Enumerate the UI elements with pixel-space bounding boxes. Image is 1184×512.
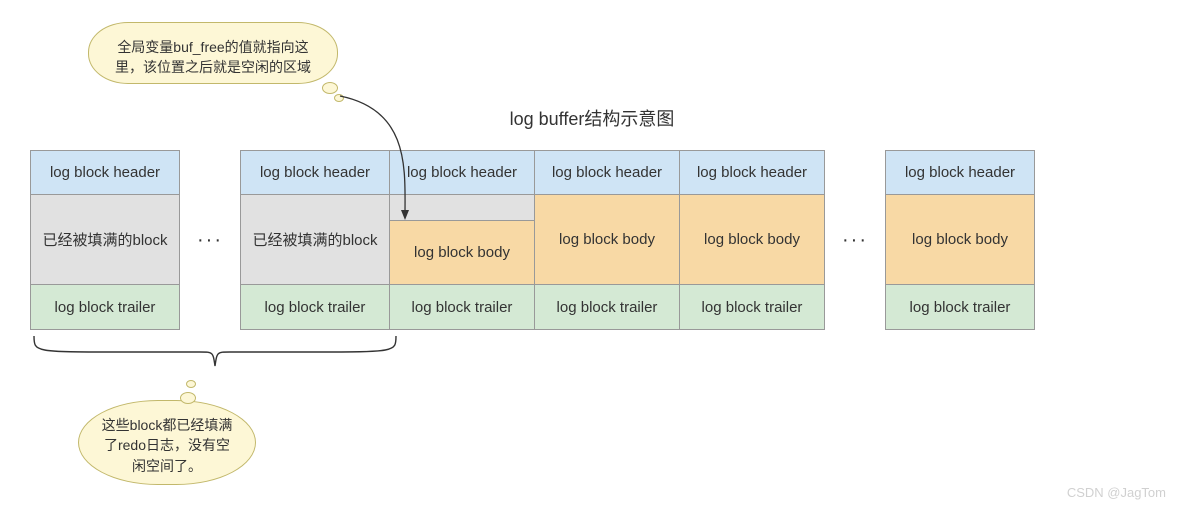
log-block-body-filled: 已经被填满的block — [240, 195, 390, 285]
log-block-body: log block body — [885, 195, 1035, 285]
log-block-header: log block header — [535, 150, 680, 195]
log-block-trailer: log block trailer — [535, 285, 680, 330]
callout-tail-icon — [180, 392, 196, 404]
log-block-header: log block header — [885, 150, 1035, 195]
log-block-header: log block header — [30, 150, 180, 195]
log-block-body: log block body — [680, 195, 825, 285]
log-block-body-used-portion — [390, 195, 535, 221]
log-block-header: log block header — [240, 150, 390, 195]
log-block-trailer: log block trailer — [30, 285, 180, 330]
ellipsis-left: ··· — [180, 229, 240, 252]
log-block-filled: log block header 已经被填满的block log block t… — [240, 150, 390, 330]
log-block-trailer: log block trailer — [885, 285, 1035, 330]
log-block-free: log block header log block body log bloc… — [680, 150, 825, 330]
log-block-body-free-portion: log block body — [390, 221, 535, 285]
log-block-free: log block header log block body log bloc… — [535, 150, 680, 330]
brace-icon — [30, 332, 400, 372]
filled-block-group-left: log block header 已经被填满的block log block t… — [30, 150, 180, 330]
callout-tail-icon — [186, 380, 196, 388]
log-block-header: log block header — [680, 150, 825, 195]
free-block-group-right: log block header log block body log bloc… — [885, 150, 1035, 330]
log-block-free: log block header log block body log bloc… — [885, 150, 1035, 330]
diagram-title: log buffer结构示意图 — [0, 105, 1184, 131]
log-block-trailer: log block trailer — [390, 285, 535, 330]
watermark: CSDN @JagTom — [1067, 485, 1166, 500]
log-block-partial: log block header log block body log bloc… — [390, 150, 535, 330]
callout-tail-icon — [334, 94, 344, 102]
log-block-trailer: log block trailer — [240, 285, 390, 330]
log-block-filled: log block header 已经被填满的block log block t… — [30, 150, 180, 330]
callout-tail-icon — [322, 82, 338, 94]
callout-filled-blocks: 这些block都已经填满了redo日志，没有空闲空间了。 — [78, 400, 256, 485]
middle-block-group: log block header 已经被填满的block log block t… — [240, 150, 825, 330]
callout-buf-free: 全局变量buf_free的值就指向这里，该位置之后就是空闲的区域 — [88, 22, 338, 84]
log-block-header: log block header — [390, 150, 535, 195]
log-block-body-filled: 已经被填满的block — [30, 195, 180, 285]
log-block-trailer: log block trailer — [680, 285, 825, 330]
ellipsis-right: ··· — [825, 229, 885, 252]
diagram-row: log block header 已经被填满的block log block t… — [30, 150, 1154, 330]
log-block-body: log block body — [535, 195, 680, 285]
